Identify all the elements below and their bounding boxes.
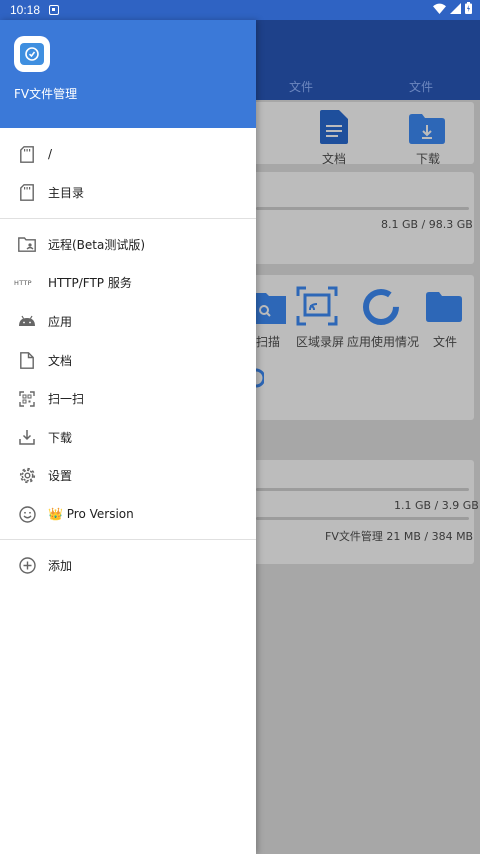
wifi-icon (433, 3, 446, 14)
storage-usage: FV文件管理 21 MB / 384 MB (325, 530, 474, 543)
notification-icon (49, 5, 59, 15)
smiley-icon (18, 505, 36, 523)
storage-usage: 8.1 GB / 98.3 GB (381, 218, 473, 231)
document-icon (18, 351, 36, 369)
background-partial-icon (256, 368, 264, 388)
drawer-item-label: 👑 Pro Version (48, 507, 134, 522)
http-icon: HTTP (14, 278, 32, 287)
background-label: 下载 (416, 152, 441, 166)
check-circle-icon (25, 47, 39, 61)
app-usage-icon (363, 289, 399, 325)
drawer-item-label: / (48, 147, 53, 162)
storage-progress (256, 488, 469, 491)
app-logo (14, 36, 50, 72)
drawer-item-label: 添加 (48, 558, 73, 573)
drawer-item-label: 下载 (48, 430, 73, 445)
add-circle-icon (18, 556, 36, 574)
background-storage-card (246, 460, 474, 564)
app-name: FV文件管理 (14, 87, 78, 101)
storage-section: / 主目录 (0, 135, 256, 212)
drawer-item-label: 远程(Beta测试版) (48, 237, 146, 252)
drawer-item-http-ftp[interactable]: HTTP HTTP/FTP 服务 (0, 264, 256, 303)
storage-progress (256, 517, 469, 520)
status-icons (433, 2, 472, 14)
signal-icon (450, 2, 461, 14)
drawer-item-label: 应用 (48, 314, 73, 329)
gear-icon (18, 467, 36, 485)
folder-icon (426, 292, 462, 322)
status-bar: 10:18 (0, 0, 480, 20)
background-tab: 文件 (409, 80, 434, 94)
background-tool-label: 区域录屏 (296, 335, 345, 349)
drawer-item-apps[interactable]: 应用 (0, 302, 256, 341)
background-tool-label: 应用使用情况 (347, 335, 420, 349)
background-tool-label: 文件 (433, 335, 458, 349)
drawer-item-label: 扫一扫 (48, 392, 85, 407)
drawer-item-home[interactable]: 主目录 (0, 174, 256, 213)
remote-folder-icon (18, 235, 36, 253)
drawer-divider (0, 539, 256, 540)
screen-record-icon (296, 286, 338, 326)
nav-section: 远程(Beta测试版) HTTP HTTP/FTP 服务 应用 文档 扫一扫 下… (0, 225, 256, 534)
drawer-item-label: 主目录 (48, 186, 85, 201)
battery-icon (465, 2, 472, 14)
sd-card-icon (18, 145, 36, 163)
drawer-header: FV文件管理 (0, 20, 256, 128)
background-tab: 文件 (289, 80, 314, 94)
drawer-item-label: 文档 (48, 353, 73, 368)
add-section: 添加 (0, 546, 256, 585)
storage-usage: 1.1 GB / 3.9 GB (394, 499, 479, 512)
status-time: 10:18 (10, 3, 41, 17)
sd-card-icon (18, 184, 36, 202)
drawer-item-documents[interactable]: 文档 (0, 341, 256, 380)
document-icon (320, 110, 348, 144)
drawer-item-root[interactable]: / (0, 135, 256, 174)
background-tool-label: 扫描 (256, 335, 281, 349)
drawer-divider (0, 218, 256, 219)
background-label: 文档 (322, 152, 347, 166)
drawer-item-pro-version[interactable]: 👑 Pro Version (0, 495, 256, 534)
drawer-item-label: HTTP/FTP 服务 (48, 276, 132, 291)
drawer-item-label: 设置 (48, 469, 73, 484)
drawer-item-scan[interactable]: 扫一扫 (0, 379, 256, 418)
storage-progress (256, 207, 469, 210)
android-icon (18, 312, 36, 330)
drawer-item-downloads[interactable]: 下载 (0, 418, 256, 457)
drawer-item-settings[interactable]: 设置 (0, 457, 256, 496)
navigation-drawer: FV文件管理 / 主目录 远程(Beta测试版) HTTP HTTP/FTP 服… (0, 20, 256, 854)
qr-scan-icon (18, 390, 36, 408)
scan-folder-icon (256, 293, 286, 324)
download-icon (18, 428, 36, 446)
drawer-item-add[interactable]: 添加 (0, 546, 256, 585)
download-folder-icon (409, 114, 445, 144)
drawer-item-remote[interactable]: 远程(Beta测试版) (0, 225, 256, 264)
